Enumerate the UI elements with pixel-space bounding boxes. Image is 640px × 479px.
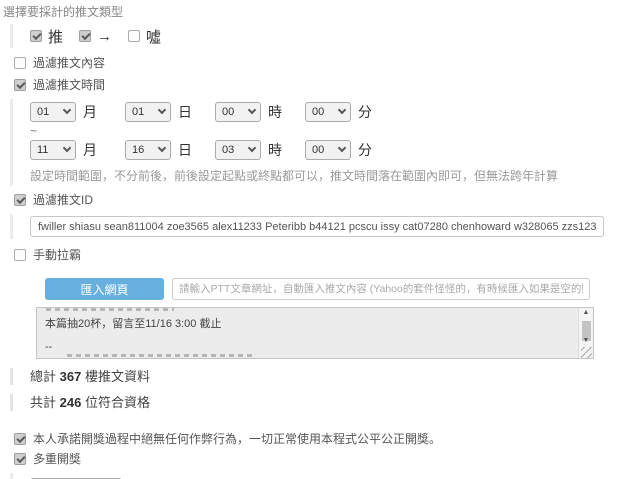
filter-id-checkbox[interactable] xyxy=(14,193,26,206)
hour-unit-label: 時 xyxy=(268,104,282,120)
id-filter-input[interactable] xyxy=(30,216,604,237)
filter-time-checkbox[interactable] xyxy=(14,78,26,91)
arrow-label: → xyxy=(97,27,113,45)
multi-draw-checkbox[interactable] xyxy=(14,452,26,465)
filter-time-label: 過濾推文時間 xyxy=(33,78,106,92)
push-checkbox[interactable] xyxy=(30,30,42,42)
push-label: 推 xyxy=(48,28,64,46)
chevron-down-icon xyxy=(62,105,72,115)
filter-id-label: 過濾推文ID xyxy=(33,193,94,207)
push-type-title: 選擇要採計的推文類型 xyxy=(3,5,124,19)
start-month-select[interactable]: 01 xyxy=(30,102,76,122)
chevron-down-icon xyxy=(247,143,257,153)
total-pushes-value: 367 xyxy=(59,369,82,384)
arrow-checkbox[interactable] xyxy=(79,30,92,42)
month-unit-label: 月 xyxy=(83,142,97,158)
push-type-option-arrow[interactable]: → xyxy=(79,28,112,45)
push-type-option-push[interactable]: 推 xyxy=(30,26,63,47)
start-minute-select[interactable]: 00 xyxy=(305,102,351,122)
manual-slot-checkbox[interactable] xyxy=(14,248,26,261)
chevron-down-icon xyxy=(157,105,167,115)
time-range-note: 設定時間範圍，不分前後，前後設定起點或終點都可以，推文時間落在範圍內即可，但無法… xyxy=(30,169,559,183)
time-range-start-row: 01 月 01 日 00 時 00 分 xyxy=(30,101,640,123)
start-day-select[interactable]: 01 xyxy=(125,102,171,122)
boo-label: 噓 xyxy=(146,28,162,46)
post-content-textarea[interactable]: 本篇抽20杯，留言至11/16 3:00 截止 -- ▲ ▼ xyxy=(36,307,594,359)
clipped-text-line xyxy=(67,354,252,357)
push-type-options: 推 → 噓 xyxy=(10,24,640,48)
filter-content-row[interactable]: 過濾推文內容 xyxy=(14,55,640,70)
minute-unit-label: 分 xyxy=(358,142,372,158)
multi-draw-row[interactable]: 多重開獎 xyxy=(14,451,640,466)
minute-unit-label: 分 xyxy=(358,104,372,120)
chevron-down-icon xyxy=(157,143,167,153)
qualified-count-stat: 共計 246 位符合資格 xyxy=(10,394,640,411)
end-day-select[interactable]: 16 xyxy=(125,140,171,160)
pledge-checkbox[interactable] xyxy=(14,432,26,445)
qualified-count-value: 246 xyxy=(59,395,82,410)
multi-draw-label: 多重開獎 xyxy=(33,452,82,466)
clipped-text-line xyxy=(46,308,174,311)
end-minute-select[interactable]: 00 xyxy=(305,140,351,160)
chevron-down-icon xyxy=(337,105,347,115)
filter-id-row[interactable]: 過濾推文ID xyxy=(14,192,640,207)
time-range-block: 01 月 01 日 00 時 00 分 ~ 11 月 16 日 03 時 00 … xyxy=(10,99,640,186)
scroll-up-icon[interactable]: ▲ xyxy=(583,308,590,318)
import-row: 匯入網頁 xyxy=(45,278,640,300)
day-unit-label: 日 xyxy=(178,104,192,120)
ptt-lottery-page: 選擇要採計的推文類型 推 → 噓 過濾推文內容 過濾推文時間 01 月 01 日… xyxy=(0,0,640,479)
range-separator: ~ xyxy=(30,124,38,138)
article-url-input[interactable] xyxy=(172,278,590,300)
resize-grip-icon[interactable] xyxy=(581,347,592,358)
day-unit-label: 日 xyxy=(178,142,192,158)
import-page-button[interactable]: 匯入網頁 xyxy=(45,278,164,300)
post-content-line: -- xyxy=(45,341,53,353)
pledge-row[interactable]: 本人承諾開獎過程中絕無任何作弊行為，一切正常使用本程式公平公正開獎。 xyxy=(14,431,640,446)
chevron-down-icon xyxy=(337,143,347,153)
push-type-option-boo[interactable]: 噓 xyxy=(128,26,161,47)
end-month-select[interactable]: 11 xyxy=(30,140,76,160)
chevron-down-icon xyxy=(62,143,72,153)
time-range-end-row: 11 月 16 日 03 時 00 分 xyxy=(30,139,640,161)
id-filter-block xyxy=(10,214,640,239)
manual-slot-row[interactable]: 手動拉霸 xyxy=(14,247,640,262)
pledge-label: 本人承諾開獎過程中絕無任何作弊行為，一切正常使用本程式公平公正開獎。 xyxy=(33,432,442,446)
scroll-down-icon[interactable]: ▼ xyxy=(583,336,590,346)
chevron-down-icon xyxy=(247,105,257,115)
total-pushes-stat: 總計 367 樓推文資料 xyxy=(10,368,640,385)
hour-unit-label: 時 xyxy=(268,142,282,158)
month-unit-label: 月 xyxy=(83,104,97,120)
end-hour-select[interactable]: 03 xyxy=(215,140,261,160)
prize-count-block: 20 個獎項 此選項可一次開出多位得獎者 xyxy=(10,473,640,479)
filter-content-label: 過濾推文內容 xyxy=(33,56,106,70)
boo-checkbox[interactable] xyxy=(128,30,141,42)
post-content-line: 本篇抽20杯，留言至11/16 3:00 截止 xyxy=(45,318,222,330)
start-hour-select[interactable]: 00 xyxy=(215,102,261,122)
filter-content-checkbox[interactable] xyxy=(14,56,26,69)
filter-time-row[interactable]: 過濾推文時間 xyxy=(14,77,640,92)
manual-slot-label: 手動拉霸 xyxy=(33,248,82,262)
